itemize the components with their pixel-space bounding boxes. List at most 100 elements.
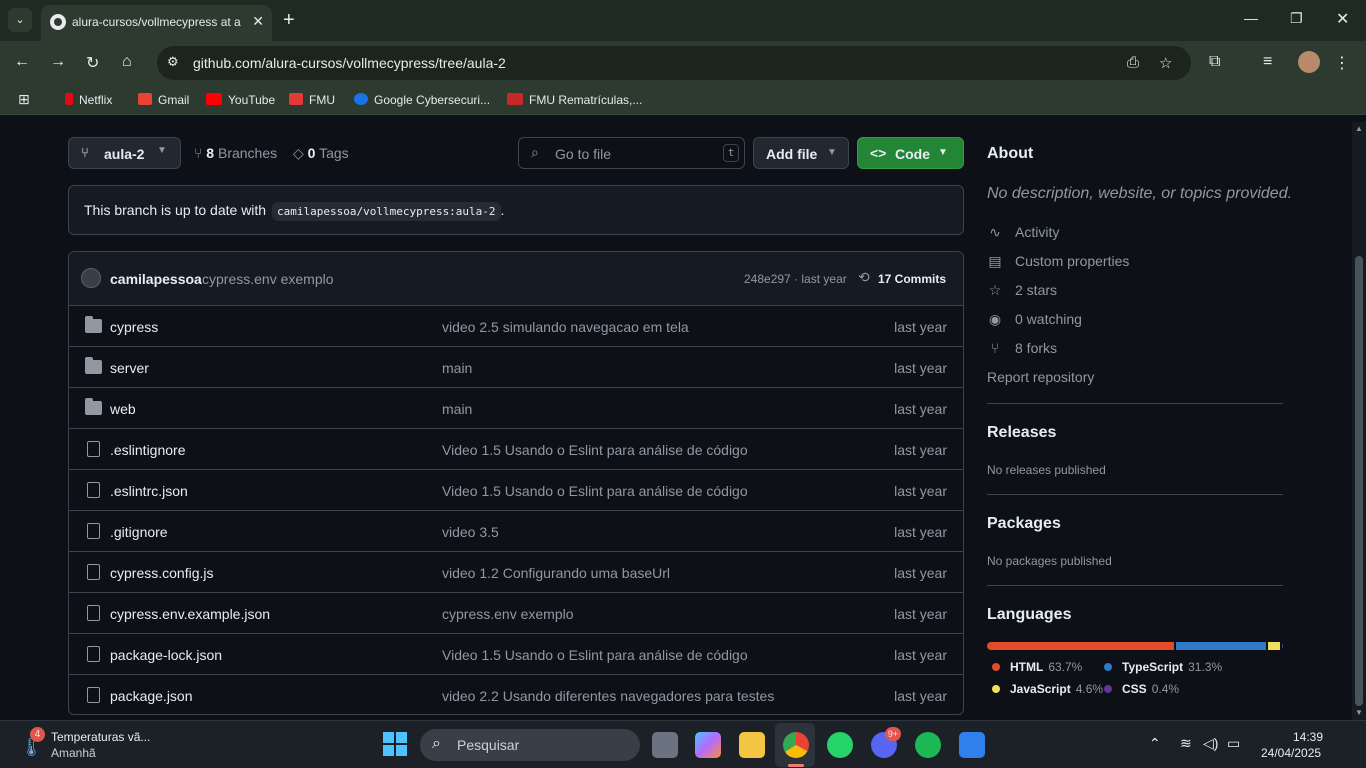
avatar[interactable] [81, 268, 101, 288]
language-item[interactable]: JavaScript 4.6% [992, 682, 1103, 696]
about-item[interactable]: ∿ Activity [987, 224, 1059, 241]
commit-message[interactable]: main [442, 360, 472, 376]
commit-message[interactable]: Video 1.5 Usando o Eslint para análise d… [442, 647, 748, 663]
chevron-up-icon[interactable]: ⌃ [1149, 735, 1161, 752]
file-name[interactable]: package-lock.json [110, 647, 222, 663]
bookmark-youtube[interactable]: YouTube [206, 93, 275, 107]
chrome-icon[interactable] [783, 732, 809, 758]
scroll-up-icon[interactable]: ▲ [1355, 124, 1363, 133]
language-item[interactable]: TypeScript 31.3% [1104, 660, 1222, 674]
close-window-button[interactable]: ✕ [1336, 9, 1349, 29]
table-row[interactable]: web main last year [69, 387, 963, 428]
file-name[interactable]: .eslintignore [110, 442, 186, 458]
about-item[interactable]: ☆ 2 stars [987, 282, 1057, 299]
bookmark-netflix[interactable]: Netflix [65, 93, 112, 107]
branch-selector[interactable]: ⑂ aula-2 ▼ [68, 137, 181, 169]
commit-message[interactable]: video 1.2 Configurando uma baseUrl [442, 565, 670, 581]
commit-message[interactable]: cypress.env exemplo [202, 271, 334, 287]
page-scrollbar[interactable]: ▲ ▼ [1352, 122, 1366, 720]
go-to-file-input[interactable]: ⌕ Go to file t [518, 137, 745, 169]
task-view-icon[interactable] [652, 732, 678, 758]
table-row[interactable]: cypress.env.example.json cypress.env exem… [69, 592, 963, 633]
table-row[interactable]: package.json video 2.2 Usando diferentes … [69, 674, 963, 715]
menu-icon[interactable]: ⋮ [1334, 53, 1350, 73]
address-bar[interactable]: ⚙ github.com/alura-cursos/vollmecypress/… [157, 46, 1191, 80]
file-name[interactable]: package.json [110, 688, 193, 704]
whatsapp-icon[interactable] [827, 732, 853, 758]
volume-icon[interactable]: ◁) [1203, 735, 1218, 752]
file-name[interactable]: cypress.config.js [110, 565, 213, 581]
minimize-button[interactable]: — [1244, 10, 1258, 26]
clock-date[interactable]: 24/04/2025 [1261, 746, 1321, 760]
spotify-icon[interactable] [915, 732, 941, 758]
tab-search-button[interactable]: ⌄ [8, 8, 32, 32]
clock-time[interactable]: 14:39 [1293, 730, 1323, 744]
commit-author[interactable]: camilapessoa [110, 271, 202, 287]
scroll-thumb[interactable] [1355, 256, 1363, 706]
about-item[interactable]: ◉ 0 watching [987, 311, 1082, 328]
table-row[interactable]: cypress video 2.5 simulando navegacao em … [69, 305, 963, 346]
home-button[interactable]: ⌂ [122, 53, 132, 71]
new-tab-button[interactable]: + [283, 9, 295, 32]
commit-message[interactable]: video 2.5 simulando navegacao em tela [442, 319, 689, 335]
branch-ref[interactable]: camilapessoa/vollmecypress:aula-2 [272, 202, 501, 221]
file-name[interactable]: .gitignore [110, 524, 168, 540]
extensions-icon[interactable]: ⧉ [1209, 53, 1220, 71]
branches-link[interactable]: ⑂ 8 Branches [194, 145, 277, 161]
restore-button[interactable]: ❐ [1290, 10, 1303, 27]
commit-message[interactable]: video 3.5 [442, 524, 499, 540]
commits-link[interactable]: 17 Commits [878, 272, 946, 286]
bookmark-fmu[interactable]: FMU [289, 93, 335, 107]
back-button[interactable]: ← [14, 53, 30, 71]
close-tab-icon[interactable]: ✕ [252, 13, 264, 30]
vscode-icon[interactable] [959, 732, 985, 758]
packages-title[interactable]: Packages [987, 515, 1061, 533]
media-icon[interactable]: ≡ [1263, 53, 1272, 71]
table-row[interactable]: package-lock.json Video 1.5 Usando o Esli… [69, 633, 963, 674]
profile-avatar[interactable] [1298, 51, 1320, 73]
file-name[interactable]: cypress [110, 319, 158, 335]
file-name[interactable]: server [110, 360, 149, 376]
language-item[interactable]: CSS 0.4% [1104, 682, 1179, 696]
table-row[interactable]: .eslintignore Video 1.5 Usando o Eslint p… [69, 428, 963, 469]
forward-button[interactable]: → [50, 53, 66, 71]
language-item[interactable]: HTML 63.7% [992, 660, 1082, 674]
about-item[interactable]: ⑂ 8 forks [987, 340, 1057, 356]
commit-message[interactable]: main [442, 401, 472, 417]
file-name[interactable]: cypress.env.example.json [110, 606, 270, 622]
bookmark-fmu-rematriculas[interactable]: FMU Rematrículas,... [507, 93, 642, 107]
commit-message[interactable]: cypress.env exemplo [442, 606, 574, 622]
wifi-icon[interactable]: ≋ [1180, 735, 1192, 752]
table-row[interactable]: server main last year [69, 346, 963, 387]
windows-start-icon[interactable] [383, 732, 407, 756]
add-file-button[interactable]: Add file ▼ [753, 137, 849, 169]
file-name[interactable]: .eslintrc.json [110, 483, 188, 499]
table-row[interactable]: .eslintrc.json Video 1.5 Usando o Eslint … [69, 469, 963, 510]
scroll-down-icon[interactable]: ▼ [1355, 708, 1363, 717]
site-info-icon[interactable]: ⚙ [167, 54, 179, 70]
table-row[interactable]: cypress.config.js video 1.2 Configurando … [69, 551, 963, 592]
bookmark-gmail[interactable]: Gmail [138, 93, 189, 107]
file-name[interactable]: web [110, 401, 136, 417]
file-explorer-icon[interactable] [739, 732, 765, 758]
apps-icon[interactable]: ⊞ [18, 91, 30, 108]
battery-icon[interactable]: ▭ [1227, 735, 1240, 752]
about-item[interactable]: ▤ Custom properties [987, 253, 1129, 270]
browser-tab[interactable]: alura-cursos/vollmecypress at a ✕ [41, 5, 272, 41]
commit-message[interactable]: Video 1.5 Usando o Eslint para análise d… [442, 442, 748, 458]
copilot-icon[interactable] [695, 732, 721, 758]
bookmark-google-cyber[interactable]: Google Cybersecuri... [354, 93, 490, 107]
report-repository-link[interactable]: Report repository [987, 369, 1094, 385]
taskbar-search[interactable]: ⌕ Pesquisar [420, 729, 640, 761]
code-button[interactable]: <> Code ▼ [857, 137, 964, 169]
releases-title[interactable]: Releases [987, 424, 1056, 442]
commit-message[interactable]: Video 1.5 Usando o Eslint para análise d… [442, 483, 748, 499]
install-app-icon[interactable]: ⎙ [1127, 54, 1139, 71]
commit-sha-age[interactable]: 248e297 · last year [744, 272, 847, 286]
bookmark-star-icon[interactable]: ☆ [1159, 54, 1172, 72]
table-row[interactable]: .gitignore video 3.5 last year [69, 510, 963, 551]
commit-message[interactable]: video 2.2 Usando diferentes navegadores … [442, 688, 774, 704]
tags-link[interactable]: ◇ 0 Tags [293, 145, 349, 162]
reload-button[interactable]: ↻ [86, 53, 99, 73]
weather-widget[interactable]: 🌡 4 Temperaturas vã... Amanhã [14, 727, 184, 763]
